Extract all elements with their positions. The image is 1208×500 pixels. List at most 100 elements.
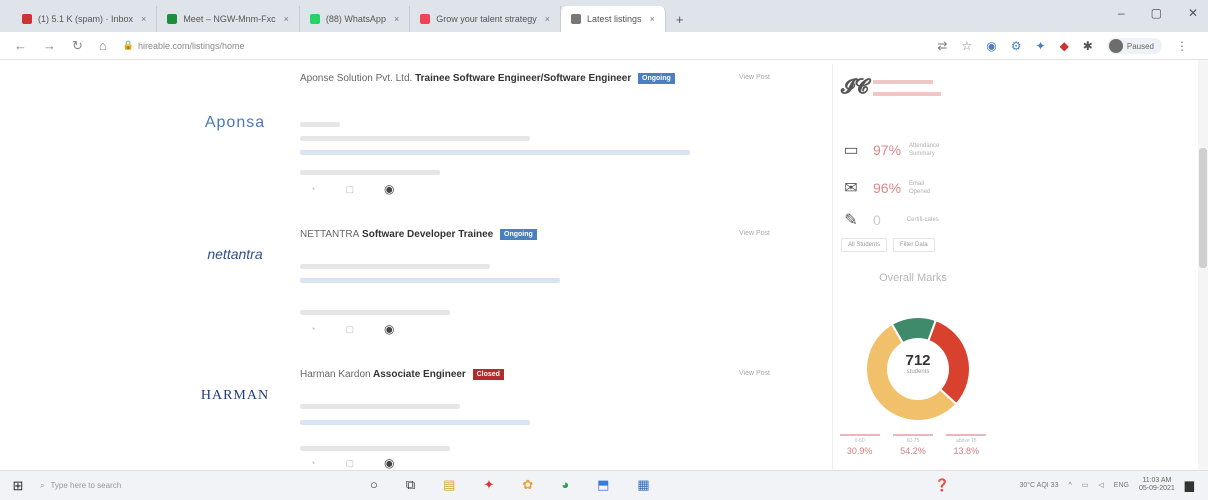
file-explorer-icon[interactable]: ▤ — [443, 477, 455, 493]
donut-total: 712 — [905, 352, 931, 369]
tab-label: Latest listings — [587, 14, 642, 24]
count-icon: ▢ — [345, 183, 354, 194]
listing-dates — [300, 310, 450, 315]
listing-description — [300, 136, 530, 141]
eye-icon[interactable]: ◉ — [384, 182, 394, 196]
windows-start-icon[interactable]: ⊞ — [0, 478, 36, 494]
close-tab-icon[interactable]: × — [545, 14, 550, 24]
back-icon[interactable]: ← — [14, 38, 27, 53]
taskbar-search[interactable]: ⌕ Type here to search — [36, 475, 236, 497]
listing-dates — [300, 170, 440, 175]
filter-data-button[interactable]: Filter Data — [893, 238, 935, 252]
company-name: Harman Kardon — [300, 369, 371, 380]
tab-label: Grow your talent strategy — [436, 14, 537, 24]
listing-title[interactable]: NETTANTRA Software Developer Trainee Ong… — [300, 226, 720, 244]
close-window-icon[interactable]: ✕ — [1188, 6, 1198, 20]
eye-icon[interactable]: ◉ — [384, 456, 394, 470]
listing-dates — [300, 446, 450, 451]
listing-details — [300, 420, 530, 425]
puzzle-icon[interactable]: ✱ — [1083, 39, 1093, 53]
browser-tab-whatsapp[interactable]: (88) WhatsApp × — [300, 6, 411, 32]
star-icon[interactable]: ☆ — [961, 39, 972, 53]
eye-icon[interactable]: ◉ — [384, 322, 394, 336]
breakdown-label: 60-75 — [892, 434, 933, 444]
extension-icon[interactable]: ⚙ — [1011, 39, 1022, 53]
gmail-icon — [22, 14, 32, 24]
app-icon[interactable]: ▦ — [637, 477, 649, 493]
close-tab-icon[interactable]: × — [394, 14, 399, 24]
students-icon: 𝓘𝓒 — [841, 76, 869, 98]
listing-details — [300, 278, 560, 283]
forward-icon[interactable]: → — [43, 38, 56, 53]
translate-icon[interactable]: ⇄ — [937, 39, 947, 53]
count-icon: ▢ — [345, 457, 354, 468]
help-icon[interactable]: ❓ — [935, 478, 950, 492]
taskbar-apps: ○ ⧉ ▤ ✦ ✿ ◕ ⬒ ▦ — [370, 477, 650, 493]
lock-icon: 🔒 — [122, 40, 134, 50]
listing-title[interactable]: Aponse Solution Pvt. Ltd. Trainee Softwa… — [300, 70, 720, 88]
app-icon[interactable]: ✦ — [483, 477, 494, 493]
task-view-icon[interactable]: ⧉ — [406, 477, 415, 493]
new-tab-button[interactable]: + — [666, 6, 694, 32]
company-name: Aponse Solution Pvt. Ltd. — [300, 73, 413, 84]
close-tab-icon[interactable]: × — [650, 14, 655, 24]
extension-icon[interactable]: ✦ — [1036, 39, 1046, 53]
meet-icon — [167, 14, 178, 24]
cortana-icon[interactable]: ○ — [370, 477, 378, 493]
home-icon[interactable]: ⌂ — [99, 38, 107, 53]
reload-icon[interactable]: ↻ — [72, 38, 83, 54]
all-students-button[interactable]: All Students — [841, 238, 888, 252]
listing-title[interactable]: Harman Kardon Associate Engineer Closed — [300, 366, 720, 384]
minimize-icon[interactable]: – — [1118, 6, 1125, 20]
browser-tab-gmail[interactable]: (1) 5.1 K (spam) · Inbox × — [12, 6, 158, 32]
browser-tab-grow[interactable]: Grow your talent strategy × — [410, 6, 562, 32]
breakdown-item: above 75 13.8% — [946, 434, 987, 456]
clock-date: 05-09-2021 — [1138, 485, 1175, 492]
browser-tab-meet[interactable]: Meet – NGW-Mnm-Fxc × — [157, 6, 300, 32]
marks-breakdown: 0-60 30.9% 60-75 54.2% above 75 13.8% — [833, 434, 993, 456]
view-post-link[interactable]: View Post — [739, 370, 770, 377]
extension-icon[interactable]: ◉ — [986, 39, 996, 53]
website-icon — [571, 14, 582, 24]
marks-donut-chart: 712 students — [863, 314, 973, 424]
notification-icon[interactable]: ▆ — [1185, 478, 1194, 492]
certificate-icon: ✎ — [844, 212, 858, 229]
view-post-link[interactable]: View Post — [739, 230, 770, 237]
profile-label: Paused — [1126, 41, 1154, 51]
app-icon[interactable]: ⬒ — [597, 477, 609, 493]
close-tab-icon[interactable]: × — [141, 14, 146, 24]
kpi-value: 97% — [873, 142, 902, 158]
profile-button[interactable]: Paused — [1106, 38, 1162, 54]
weather-text[interactable]: 30°C AQI 33 — [1019, 482, 1058, 489]
status-badge: Ongoing — [638, 72, 675, 84]
language-indicator[interactable]: ENG — [1114, 482, 1129, 489]
url-field[interactable]: hireable.com/listings/home — [138, 41, 245, 51]
breakdown-label: above 75 — [946, 434, 987, 444]
status-badge: Closed — [472, 368, 504, 380]
maximize-icon[interactable]: ▢ — [1151, 6, 1162, 20]
menu-icon[interactable]: ⋮ — [1176, 39, 1188, 53]
breakdown-item: 60-75 54.2% — [892, 434, 933, 456]
scrollbar-thumb[interactable] — [1199, 148, 1207, 268]
job-role: Trainee Software Engineer/Software Engin… — [415, 73, 632, 84]
monitor-icon: ▭ — [843, 142, 859, 159]
browser-tab-strip: (1) 5.1 K (spam) · Inbox × Meet – NGW-Mnm… — [0, 0, 1208, 32]
extension-icon[interactable]: ◆ — [1060, 39, 1069, 53]
clock[interactable]: 11:03 AM 05-09-2021 — [1139, 477, 1175, 493]
close-tab-icon[interactable]: × — [284, 14, 289, 24]
browser-tab-active[interactable]: Latest listings × — [561, 6, 666, 32]
volume-icon[interactable]: ◁ — [1098, 481, 1103, 489]
network-icon[interactable]: ▭ — [1082, 481, 1089, 489]
kpi-email: ✉ 96% Email Opened — [841, 178, 945, 198]
kpi-students: 𝓘𝓒 — [841, 76, 941, 99]
donut-sub: students — [906, 369, 930, 375]
chrome-icon[interactable]: ◕ — [561, 477, 569, 493]
view-post-link[interactable]: View Post — [739, 74, 770, 81]
taskbar: ⊞ ⌕ Type here to search ○ ⧉ ▤ ✦ ✿ ◕ ⬒ ▦ … — [0, 470, 1208, 500]
app-icon[interactable]: ✿ — [522, 477, 533, 493]
breakdown-label: 0-60 — [839, 434, 880, 444]
chevron-up-icon[interactable]: ^ — [1068, 482, 1071, 489]
kpi-attendance: ▭ 97% Attendance Summary — [841, 140, 945, 160]
address-bar: ← → ↻ ⌂ 🔒 hireable.com/listings/home ⇄ ☆… — [0, 32, 1208, 60]
filter-buttons: All Students Filter Data — [841, 238, 935, 252]
